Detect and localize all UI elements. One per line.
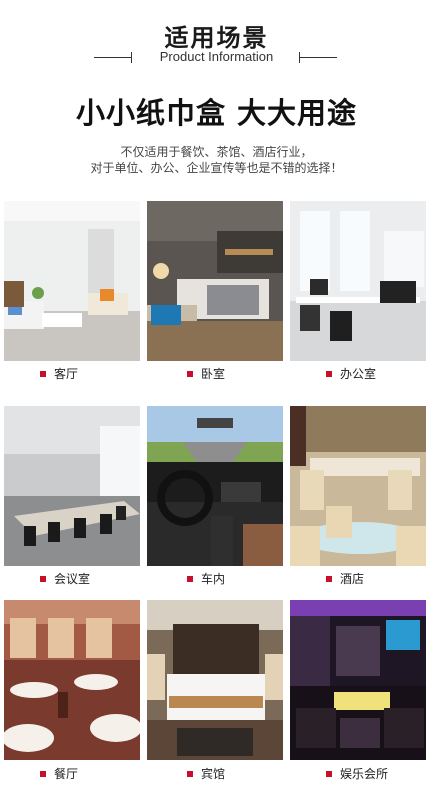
bullet-icon (187, 370, 193, 377)
bullet-icon (40, 770, 46, 777)
bullet-icon (326, 370, 332, 377)
hotel-dining-photo (290, 406, 426, 566)
bedroom-photo (147, 201, 283, 361)
car-interior-photo (147, 406, 283, 566)
description-line-1: 不仅适用于餐饮、茶馆、酒店行业， (120, 145, 313, 159)
description-line-2: 对于单位、办公、企业宣传等也是不错的选择！ (90, 161, 343, 175)
living-room-photo (4, 201, 140, 361)
bullet-icon (326, 575, 332, 582)
scene-caption: 会议室 (40, 569, 90, 589)
scene-caption: 宾馆 (187, 764, 225, 784)
guest-room-photo (147, 600, 283, 760)
scene-caption: 车内 (187, 569, 225, 589)
scene-caption: 娱乐会所 (326, 764, 388, 784)
bullet-icon (40, 575, 46, 582)
headline: 小小纸巾盒 大大用途 (75, 96, 358, 130)
bullet-icon (187, 575, 193, 582)
scene-caption: 餐厅 (40, 764, 78, 784)
section-title: 适用场景 (164, 24, 269, 52)
scene-caption: 客厅 (40, 364, 78, 384)
bullet-icon (326, 770, 332, 777)
section-subtitle: Product Information (159, 49, 274, 64)
scene-caption: 办公室 (326, 364, 376, 384)
office-photo (290, 201, 426, 361)
restaurant-photo (4, 600, 140, 760)
title-divider-right (299, 57, 337, 58)
scene-caption: 酒店 (326, 569, 364, 589)
bullet-icon (40, 370, 46, 377)
bullet-icon (187, 770, 193, 777)
scene-caption: 卧室 (187, 364, 225, 384)
entertainment-club-photo (290, 600, 426, 760)
meeting-room-photo (4, 406, 140, 566)
